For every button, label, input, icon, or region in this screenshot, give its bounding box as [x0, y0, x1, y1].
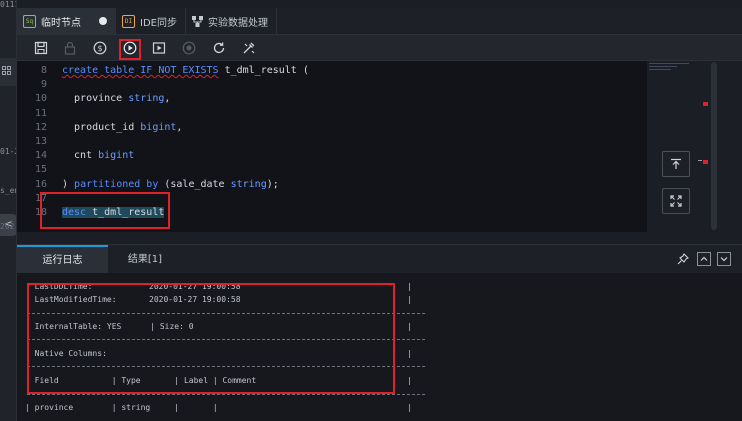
reload-button[interactable]	[209, 38, 229, 58]
log-border: |	[407, 295, 412, 304]
refresh-icon	[213, 42, 225, 54]
code-line[interactable]: 9	[17, 78, 647, 92]
arrow-up-icon	[671, 158, 681, 169]
sidebar-fragment: 202	[0, 222, 15, 231]
tab-label: IDE同步	[140, 17, 177, 29]
tab-ide-sync[interactable]: DI IDE同步	[116, 8, 186, 34]
chevron-up-icon	[700, 256, 708, 261]
code-line[interactable]: 10 province string,	[17, 92, 647, 106]
code-line[interactable]: 13	[17, 135, 647, 149]
save-button[interactable]	[31, 38, 51, 58]
tab-label: 临时节点	[41, 17, 81, 29]
error-marker	[703, 160, 708, 164]
collapse-down-button[interactable]	[717, 252, 731, 266]
sql-node-icon: Sq	[23, 14, 36, 28]
code-minimap[interactable]	[649, 63, 703, 75]
code-text: create table IF NOT EXISTS t_dml_result …	[62, 65, 309, 76]
editor-tab-bar: Sq 临时节点 DI IDE同步 实验数据处理	[17, 8, 742, 35]
error-marker	[703, 102, 708, 106]
log-separator	[27, 394, 425, 395]
line-number: 11	[34, 107, 47, 119]
line-number: 8	[40, 65, 47, 76]
svg-text:$: $	[97, 44, 102, 53]
chevron-down-icon	[720, 257, 728, 262]
code-line[interactable]: 12 product_id bigint,	[17, 121, 647, 135]
scroll-top-button[interactable]	[662, 151, 690, 177]
collapse-up-button[interactable]	[697, 252, 711, 266]
save-icon	[34, 41, 48, 55]
grid-icon[interactable]	[2, 66, 12, 76]
expand-icon	[670, 195, 682, 207]
log-border: |	[407, 349, 412, 358]
log-highlight-box	[27, 283, 395, 394]
dollar-icon: $	[93, 41, 107, 55]
pin-icon	[677, 253, 689, 265]
pin-button[interactable]	[676, 252, 690, 266]
stop-icon	[182, 41, 196, 55]
log-border: |	[407, 282, 412, 291]
editor-scrollbar[interactable]	[711, 62, 717, 230]
line-number: 16	[34, 178, 47, 190]
log-border: |	[407, 376, 412, 385]
workflow-icon	[191, 15, 203, 27]
log-line: | province | string | |	[25, 403, 218, 412]
code-text: province string,	[62, 93, 171, 105]
lock-icon	[64, 41, 76, 55]
tab-experiment-data[interactable]: 实验数据处理	[186, 8, 277, 34]
cursor-marker	[698, 160, 702, 161]
format-icon	[243, 42, 255, 54]
line-number: 14	[34, 150, 47, 162]
code-line[interactable]: 11	[17, 107, 647, 121]
tab-temp-node[interactable]: Sq 临时节点	[17, 8, 116, 34]
line-number: 15	[34, 164, 47, 176]
code-text: ) partitioned by (sale_date string);	[62, 178, 279, 190]
di-node-icon: DI	[122, 14, 135, 28]
run-advanced-icon	[152, 42, 166, 54]
result-tab-bar: 运行日志 结果[1]	[17, 244, 742, 274]
stop-button[interactable]	[179, 38, 199, 58]
log-border: |	[407, 322, 412, 331]
advanced-run-button[interactable]	[149, 38, 169, 58]
format-button[interactable]	[239, 38, 259, 58]
code-text: cnt bigint	[62, 150, 135, 162]
tab-label: 实验数据处理	[207, 17, 268, 29]
code-line[interactable]: 15	[17, 163, 647, 177]
line-number: 13	[34, 136, 47, 147]
line-number: 12	[34, 121, 47, 133]
run-highlight-box	[119, 39, 141, 60]
code-text: product_id bigint,	[62, 121, 183, 133]
sidebar-fragment: s_en	[0, 186, 16, 195]
code-line[interactable]: 16 ) partitioned by (sale_date string);	[17, 178, 647, 192]
code-line[interactable]: 8 create table IF NOT EXISTS t_dml_result…	[17, 64, 647, 78]
line-number: 10	[34, 93, 47, 105]
tab-run-log[interactable]: 运行日志	[17, 245, 108, 274]
desc-highlight-box	[40, 192, 170, 229]
sidebar-fragment: 0111040	[0, 0, 16, 9]
fullscreen-button[interactable]	[662, 188, 690, 214]
left-sidebar-strip: 0111040 01-2 s_en < 202	[0, 0, 17, 421]
code-line[interactable]: 14 cnt bigint	[17, 149, 647, 163]
tab-results[interactable]: 结果[1]	[108, 245, 182, 274]
log-border: |	[407, 403, 412, 412]
sidebar-fragment: 01-2	[0, 147, 16, 156]
lock-button[interactable]	[60, 38, 80, 58]
unsaved-dot-icon[interactable]	[99, 17, 107, 25]
line-number: 9	[40, 79, 47, 91]
cost-estimate-button[interactable]: $	[90, 38, 110, 58]
